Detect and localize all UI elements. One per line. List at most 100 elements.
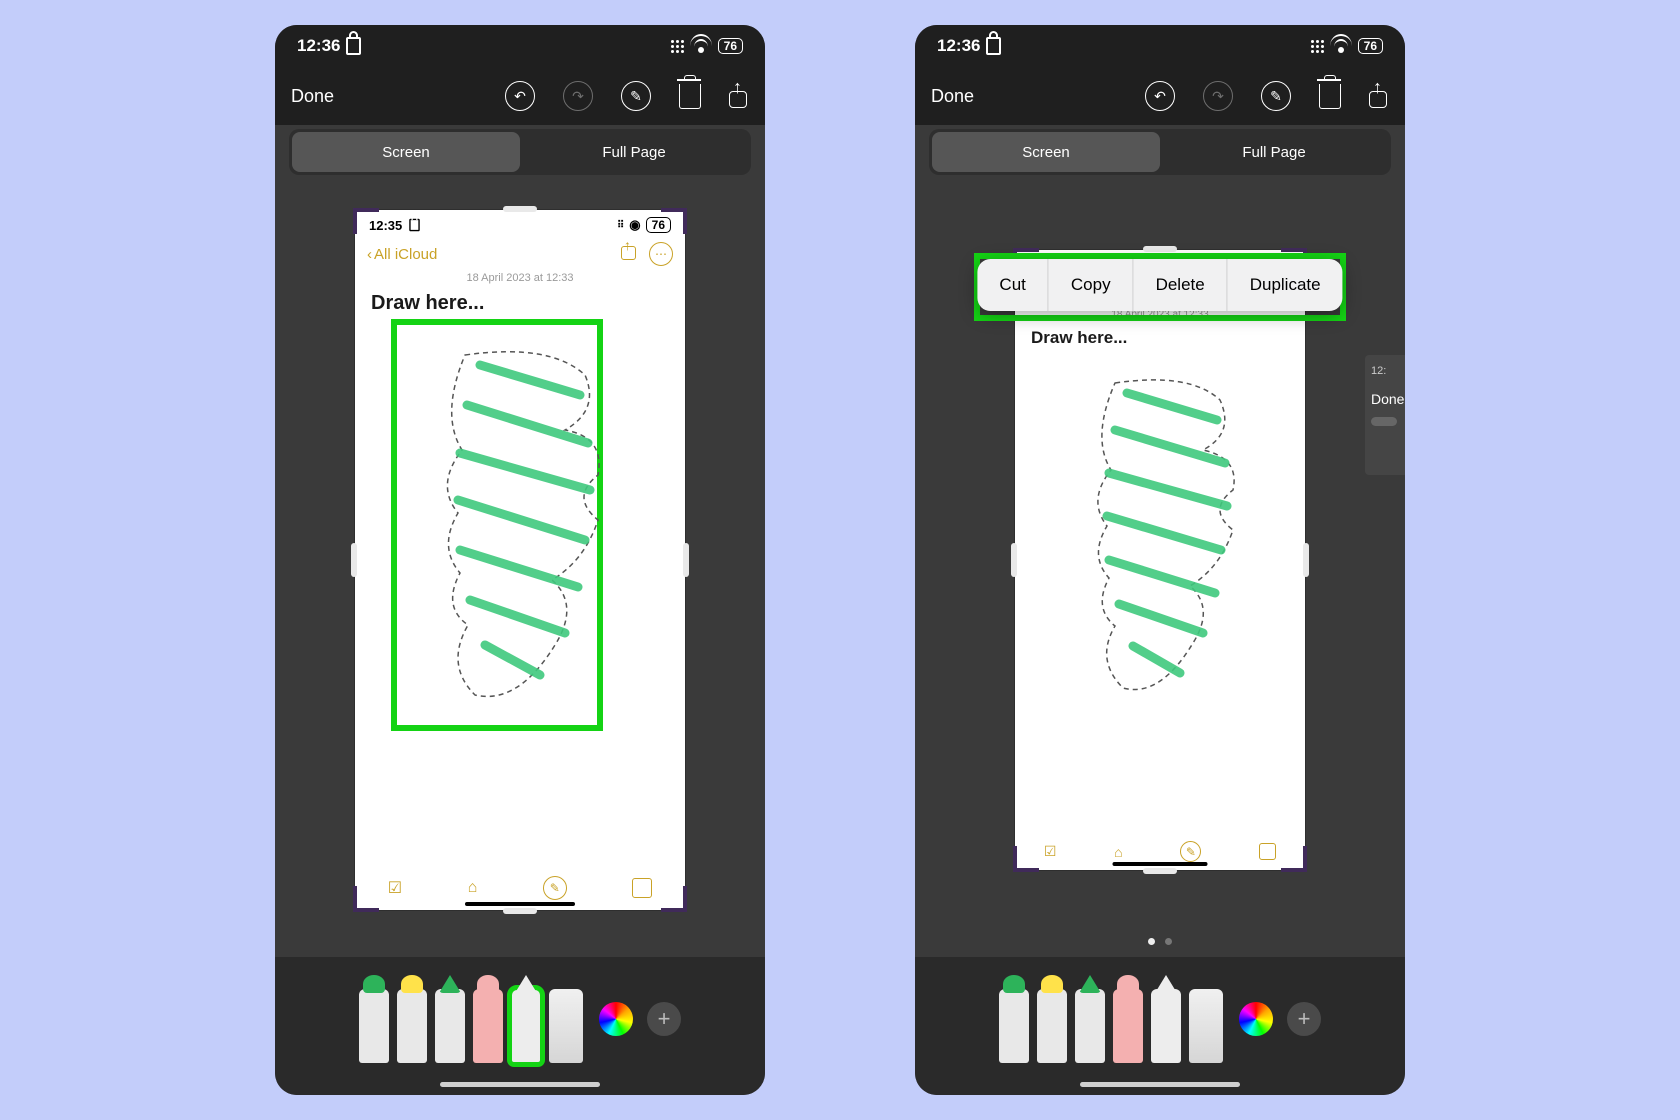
note-date: 18 April 2023 at 12:33: [355, 272, 685, 284]
note-title: Draw here...: [1015, 320, 1305, 352]
grid-icon: ⠿: [617, 220, 624, 231]
highlighter-tool[interactable]: [397, 989, 427, 1063]
statusbar: 12:36 76: [915, 25, 1405, 67]
pen-tool[interactable]: [999, 989, 1029, 1063]
screenshot-preview[interactable]: 12:35 ⠿◉76 ‹All iCloud ↑ ⋯ 18 April 2023…: [355, 210, 685, 910]
back-button[interactable]: ‹All iCloud: [367, 246, 437, 263]
lock-icon: [346, 37, 361, 55]
compose-icon[interactable]: [632, 878, 652, 898]
crop-handle-top[interactable]: [503, 206, 537, 212]
pencil-tool[interactable]: [435, 989, 465, 1063]
markup-icon[interactable]: ✎: [543, 876, 567, 900]
crop-handle-right[interactable]: [683, 543, 689, 577]
color-picker[interactable]: [599, 1002, 633, 1036]
page-indicator: [915, 938, 1405, 945]
peek-done: Done: [1371, 391, 1399, 407]
crop-handle-left[interactable]: [1011, 543, 1017, 577]
peek-time: 12:: [1371, 365, 1399, 377]
seg-fullpage[interactable]: Full Page: [1160, 132, 1388, 172]
statusbar: 12:36 76: [275, 25, 765, 67]
home-indicator: [1080, 1082, 1240, 1087]
screenshot-preview[interactable]: 12:35 ⠿◉76 ‹All iCloud ↑ ⋯ 18 April 2023…: [1015, 250, 1305, 870]
page-dot-2: [1165, 938, 1172, 945]
markup-icon[interactable]: ✎: [1180, 841, 1201, 862]
share-icon[interactable]: [729, 84, 749, 108]
color-picker[interactable]: [1239, 1002, 1273, 1036]
trash-icon[interactable]: [679, 84, 701, 109]
ruler-tool[interactable]: [1189, 989, 1223, 1063]
segmented-control[interactable]: Screen Full Page: [929, 129, 1391, 175]
chevron-left-icon: ‹: [367, 246, 372, 263]
scribble: [1107, 393, 1227, 673]
undo-icon[interactable]: ↶: [505, 81, 535, 111]
segmented-control[interactable]: Screen Full Page: [289, 129, 751, 175]
ctx-duplicate[interactable]: Duplicate: [1228, 259, 1343, 311]
done-button[interactable]: Done: [931, 86, 974, 107]
pen-tool[interactable]: [359, 989, 389, 1063]
seg-fullpage[interactable]: Full Page: [520, 132, 748, 172]
crop-handle-top[interactable]: [1143, 246, 1177, 252]
share-icon[interactable]: [1369, 84, 1389, 108]
crop-handle-left[interactable]: [351, 543, 357, 577]
undo-icon[interactable]: ↶: [1145, 81, 1175, 111]
tool-tray: +: [275, 957, 765, 1095]
home-indicator: [465, 902, 575, 906]
context-menu: Cut Copy Delete Duplicate: [977, 259, 1342, 311]
note-title: Draw here...: [355, 284, 685, 319]
add-tool-button[interactable]: +: [647, 1002, 681, 1036]
lasso-tool[interactable]: [1151, 989, 1181, 1063]
phone-left: 12:36 76 Done ↶ ↷ ✎ Screen Full Page: [275, 25, 765, 1095]
compose-icon[interactable]: [1259, 843, 1276, 860]
wifi-icon: [692, 39, 710, 53]
seg-screen[interactable]: Screen: [932, 132, 1160, 172]
status-time: 12:36: [297, 36, 361, 56]
share-icon[interactable]: ↑: [621, 242, 637, 260]
more-icon[interactable]: ⋯: [649, 242, 673, 266]
ctx-delete[interactable]: Delete: [1134, 259, 1227, 311]
eraser-tool[interactable]: [473, 989, 503, 1063]
page-dot-1: [1148, 938, 1155, 945]
trash-icon[interactable]: [1319, 84, 1341, 109]
crop-handle-right[interactable]: [1303, 543, 1309, 577]
notes-nav: ‹All iCloud ↑ ⋯: [355, 240, 685, 268]
wifi-icon: ◉: [629, 217, 640, 233]
camera-icon[interactable]: ⌂: [468, 879, 478, 897]
lock-icon: [986, 37, 1001, 55]
ctx-copy[interactable]: Copy: [1049, 259, 1133, 311]
highlighter-tool[interactable]: [1037, 989, 1067, 1063]
add-tool-button[interactable]: +: [1287, 1002, 1321, 1036]
eraser-tool[interactable]: [1113, 989, 1143, 1063]
lasso-tool[interactable]: [511, 989, 541, 1063]
inner-statusbar: 12:35 ⠿◉76: [355, 210, 685, 240]
checklist-icon[interactable]: ☑: [388, 878, 402, 898]
notes-toolbar: ☑ ⌂ ✎: [1015, 841, 1305, 862]
next-page-peek[interactable]: 12: Done: [1365, 355, 1405, 475]
redo-icon: ↷: [563, 81, 593, 111]
notes-toolbar: ☑ ⌂ ✎: [355, 876, 685, 900]
camera-icon[interactable]: ⌂: [1114, 844, 1122, 860]
pencil-tool[interactable]: [1075, 989, 1105, 1063]
status-right: 76: [671, 38, 743, 54]
grid-icon: [1311, 40, 1324, 53]
done-button[interactable]: Done: [291, 86, 334, 107]
ctx-cut[interactable]: Cut: [977, 259, 1047, 311]
crop-corner-tr[interactable]: [661, 208, 687, 234]
peek-seg: [1371, 417, 1397, 426]
markup-icon[interactable]: ✎: [621, 81, 651, 111]
ruler-tool[interactable]: [549, 989, 583, 1063]
seg-screen[interactable]: Screen: [292, 132, 520, 172]
canvas-area: 12:35 ⠿◉76 ‹All iCloud ↑ ⋯ 18 April 2023…: [275, 175, 765, 945]
status-time-text: 12:36: [937, 36, 980, 56]
scribble: [458, 365, 590, 675]
crop-corner-tl[interactable]: [353, 208, 379, 234]
markup-toolbar: Done ↶ ↷ ✎: [915, 67, 1405, 125]
drawing-area: [1031, 358, 1289, 708]
crop-handle-bottom[interactable]: [503, 908, 537, 914]
crop-handle-bottom[interactable]: [1143, 868, 1177, 874]
lock-icon: [410, 219, 421, 232]
wifi-icon: [1332, 39, 1350, 53]
phone-right: 12:36 76 Done ↶ ↷ ✎ Screen Full Page: [915, 25, 1405, 1095]
markup-icon[interactable]: ✎: [1261, 81, 1291, 111]
home-indicator: [1113, 862, 1208, 866]
checklist-icon[interactable]: ☑: [1044, 843, 1057, 860]
